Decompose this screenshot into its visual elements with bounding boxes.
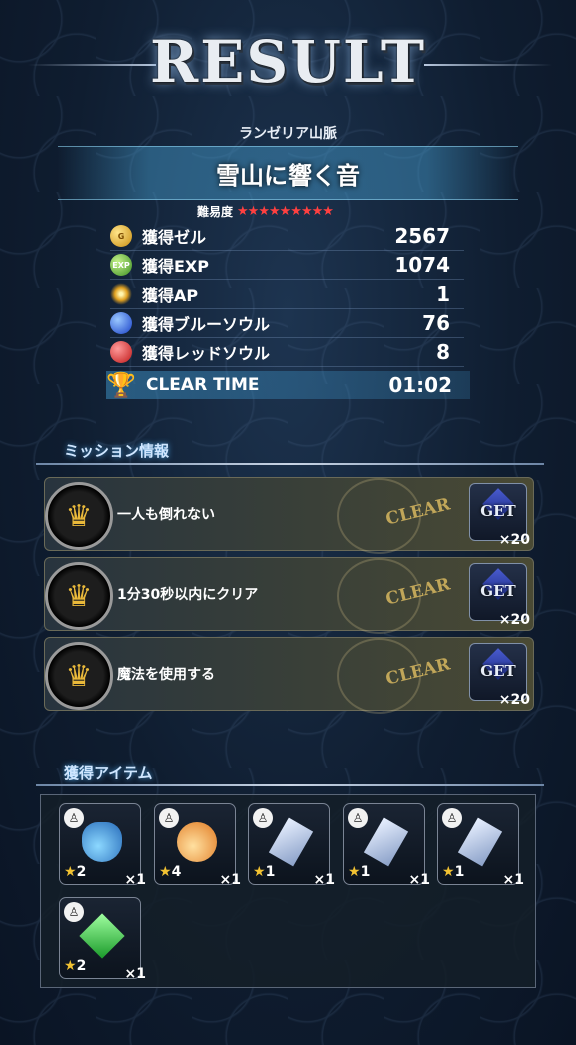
stat-row-red-soul: 獲得レッドソウル 8 bbox=[110, 338, 464, 367]
item-slot[interactable]: ♙ ★2 ×1 bbox=[59, 897, 146, 982]
stat-value: 8 bbox=[436, 340, 450, 364]
blue-potion-icon bbox=[82, 822, 122, 862]
item-quantity: ×1 bbox=[124, 872, 146, 888]
crystal-icon bbox=[457, 817, 503, 867]
get-label: GET bbox=[480, 502, 516, 520]
stat-label: 獲得ブルーソウル bbox=[142, 315, 271, 334]
trophy-icon: 🏆 bbox=[106, 371, 136, 399]
item-rarity: ★2 bbox=[64, 864, 87, 880]
crown-icon: ♛ bbox=[45, 482, 113, 550]
stat-value: 2567 bbox=[394, 224, 450, 248]
ap-icon bbox=[110, 283, 132, 305]
quest-name: 雪山に響く音 bbox=[216, 162, 360, 190]
item-slot[interactable]: ♙ ★1 ×1 bbox=[248, 803, 335, 888]
get-label: GET bbox=[480, 582, 516, 600]
item-slot[interactable]: ♙ ★4 ×1 bbox=[154, 803, 241, 888]
section-divider bbox=[36, 784, 544, 786]
item-slot[interactable]: ♙ ★1 ×1 bbox=[437, 803, 524, 888]
difficulty: 難易度 ★★★★★★★★★ bbox=[197, 203, 334, 220]
result-title: RESULT bbox=[149, 28, 427, 96]
reward-count: ×20 bbox=[498, 532, 530, 548]
mission-reward-button[interactable]: GET ×20 bbox=[469, 563, 530, 628]
difficulty-stars: ★★★★★★★★★ bbox=[237, 204, 334, 219]
item-quantity: ×1 bbox=[408, 872, 430, 888]
get-label: GET bbox=[480, 662, 516, 680]
stat-value: 1074 bbox=[394, 253, 450, 277]
item-rarity: ★1 bbox=[348, 864, 371, 880]
mission-reward-button[interactable]: GET ×20 bbox=[469, 643, 530, 708]
stat-value: 76 bbox=[422, 311, 450, 335]
crystal-icon bbox=[268, 817, 314, 867]
mission-label: 一人も倒れない bbox=[117, 507, 215, 523]
item-quantity: ×1 bbox=[124, 966, 146, 982]
item-rarity: ★1 bbox=[442, 864, 465, 880]
item-rarity: ★1 bbox=[253, 864, 276, 880]
blue-soul-icon bbox=[110, 312, 132, 334]
item-grid: ♙ ★2 ×1 ♙ ★4 ×1 ♙ ★1 ×1 ♙ ★1 ×1 ♙ ★1 ×1 … bbox=[40, 794, 536, 988]
stat-label: 獲得AP bbox=[142, 286, 199, 305]
stat-row-exp: EXP 獲得EXP 1074 bbox=[110, 251, 464, 280]
item-type-icon: ♙ bbox=[64, 808, 84, 828]
exp-icon: EXP bbox=[110, 254, 132, 276]
item-slot[interactable]: ♙ ★1 ×1 bbox=[343, 803, 430, 888]
mission-label: 1分30秒以内にクリア bbox=[117, 587, 259, 603]
mission-row[interactable]: ♛ 一人も倒れない CLEAR GET ×20 bbox=[44, 477, 534, 554]
item-slot[interactable]: ♙ ★2 ×1 bbox=[59, 803, 146, 888]
section-divider bbox=[36, 463, 544, 465]
stat-label: 獲得EXP bbox=[142, 257, 209, 276]
item-quantity: ×1 bbox=[219, 872, 241, 888]
clear-time-row: 🏆 CLEAR TIME 01:02 bbox=[106, 371, 470, 399]
item-type-icon: ♙ bbox=[253, 808, 273, 828]
mission-row[interactable]: ♛ 魔法を使用する CLEAR GET ×20 bbox=[44, 637, 534, 714]
item-quantity: ×1 bbox=[502, 872, 524, 888]
emerald-icon bbox=[79, 913, 125, 959]
item-type-icon: ♙ bbox=[159, 808, 179, 828]
items-section-title: 獲得アイテム bbox=[64, 764, 153, 782]
stat-label: 獲得レッドソウル bbox=[142, 344, 271, 363]
reward-count: ×20 bbox=[498, 612, 530, 628]
stat-row-gil: G 獲得ゼル 2567 bbox=[110, 222, 464, 251]
item-type-icon: ♙ bbox=[442, 808, 462, 828]
clear-time-value: 01:02 bbox=[388, 373, 452, 397]
mission-row[interactable]: ♛ 1分30秒以内にクリア CLEAR GET ×20 bbox=[44, 557, 534, 634]
item-quantity: ×1 bbox=[313, 872, 335, 888]
crystal-icon bbox=[363, 817, 409, 867]
item-type-icon: ♙ bbox=[348, 808, 368, 828]
crown-icon: ♛ bbox=[45, 642, 113, 710]
crown-icon: ♛ bbox=[45, 562, 113, 630]
clear-time-label: CLEAR TIME bbox=[146, 375, 260, 395]
difficulty-label: 難易度 bbox=[197, 205, 234, 219]
item-rarity: ★2 bbox=[64, 958, 87, 974]
item-type-icon: ♙ bbox=[64, 902, 84, 922]
stat-value: 1 bbox=[436, 282, 450, 306]
stat-row-blue-soul: 獲得ブルーソウル 76 bbox=[110, 309, 464, 338]
reward-count: ×20 bbox=[498, 692, 530, 708]
item-rarity: ★4 bbox=[159, 864, 182, 880]
mission-section-title: ミッション情報 bbox=[64, 442, 170, 460]
gil-coin-icon: G bbox=[110, 225, 132, 247]
orange-potion-icon bbox=[177, 822, 217, 862]
mission-reward-button[interactable]: GET ×20 bbox=[469, 483, 530, 548]
stat-label: 獲得ゼル bbox=[142, 228, 207, 247]
quest-region: ランゼリア山脈 bbox=[239, 126, 337, 142]
mission-label: 魔法を使用する bbox=[117, 667, 215, 683]
stat-row-ap: 獲得AP 1 bbox=[110, 280, 464, 309]
reward-stats: G 獲得ゼル 2567 EXP 獲得EXP 1074 獲得AP 1 獲得ブルーソ… bbox=[110, 222, 464, 367]
red-soul-icon bbox=[110, 341, 132, 363]
